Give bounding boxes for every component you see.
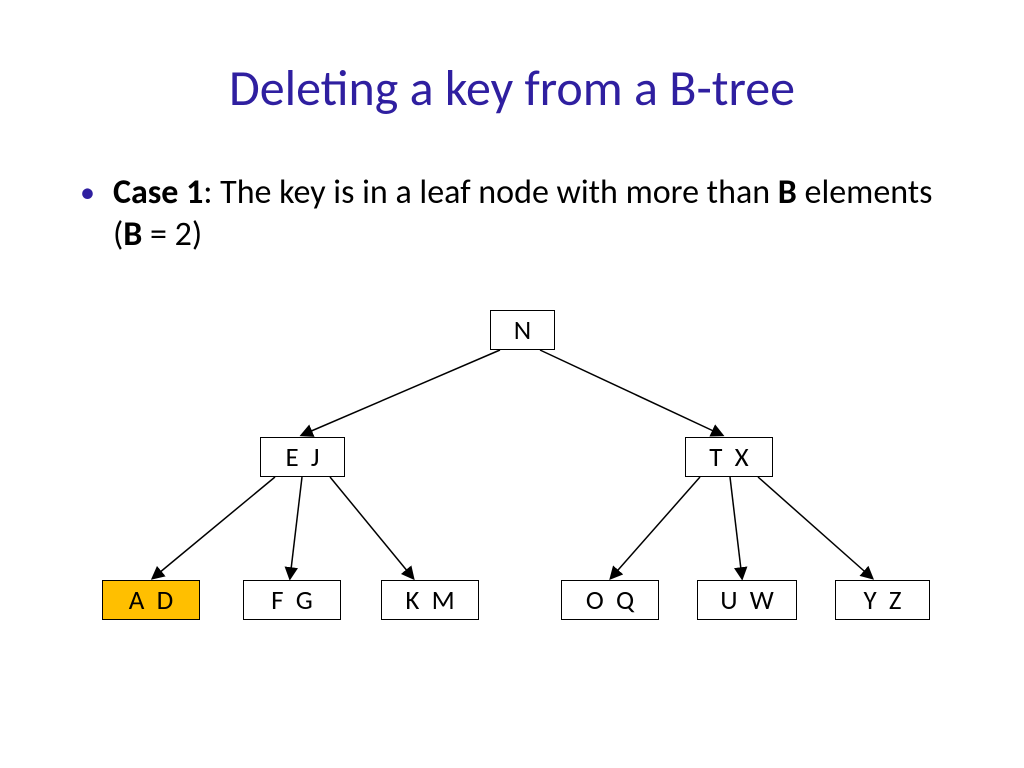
slide: Deleting a key from a B-tree • Case 1: T… <box>0 0 1024 768</box>
bullet-text: Case 1: The key is in a leaf node with m… <box>113 172 950 256</box>
bullet-dot-icon: • <box>80 172 95 214</box>
tree-node-leaf-6: Y Z <box>835 580 930 620</box>
b-symbol-2: B <box>123 214 142 255</box>
tree-node-leaf-4: O Q <box>561 580 659 620</box>
tree-node-root: N <box>490 310 555 350</box>
tree-node-leaf-5: U W <box>697 580 797 620</box>
bullet-text-part1: : The key is in a leaf node with more th… <box>203 172 777 213</box>
bullet-text-part3: = 2) <box>142 214 202 255</box>
slide-title: Deleting a key from a B-tree <box>0 58 1024 119</box>
tree-node-mid-right: T X <box>685 437 773 477</box>
tree-node-leaf-1: A D <box>102 580 200 620</box>
tree-node-leaf-2: F G <box>243 580 341 620</box>
bullet-item: • Case 1: The key is in a leaf node with… <box>80 172 950 256</box>
b-symbol-1: B <box>778 172 797 213</box>
tree-node-leaf-3: K M <box>381 580 479 620</box>
tree-node-mid-left: E J <box>260 437 345 477</box>
case-label: Case 1 <box>113 172 203 213</box>
